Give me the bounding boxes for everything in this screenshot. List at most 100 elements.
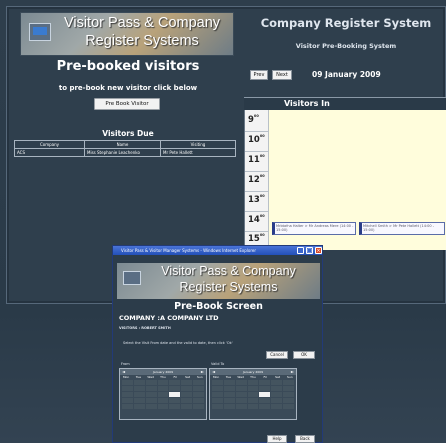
- visit-block[interactable]: Mitchell Smith > Mr Pete Hallett (14:00 …: [359, 222, 445, 235]
- calendar-day-cell[interactable]: [157, 404, 169, 409]
- calendar-day-cell[interactable]: [181, 398, 193, 403]
- calendar-day-cell[interactable]: [235, 398, 247, 403]
- prev-month-icon[interactable]: ◄: [122, 369, 125, 375]
- calendar-day-cell[interactable]: [283, 398, 294, 403]
- calendar-day-cell[interactable]: [235, 380, 247, 385]
- calendar-day-cell[interactable]: [122, 386, 133, 391]
- calendar-day-cell[interactable]: [145, 398, 157, 403]
- calendar-day-cell[interactable]: [122, 398, 133, 403]
- calendar-day-cell[interactable]: [157, 392, 169, 397]
- calendar-day-cell[interactable]: [122, 380, 133, 385]
- prebook-visitor-button[interactable]: Pre Book Visitor: [94, 98, 160, 110]
- calendar-day-cell[interactable]: [169, 404, 181, 409]
- calendar-grid[interactable]: [210, 379, 296, 410]
- prebook-popup-window: Visitor Pass & Visitor Manager Systems -…: [112, 245, 323, 443]
- calendar-day-cell[interactable]: [133, 392, 145, 397]
- calendar-day-cell[interactable]: [181, 392, 193, 397]
- calendar-day-cell[interactable]: [122, 392, 133, 397]
- calendar-day-cell[interactable]: [235, 386, 247, 391]
- calendar-day-cell[interactable]: [193, 380, 204, 385]
- minimize-icon[interactable]: _: [297, 247, 304, 254]
- banner-line-1: Visitor Pass & Company: [161, 264, 296, 278]
- date-instruction: Select the Visit From date and the valid…: [123, 341, 233, 345]
- calendar-day-cell[interactable]: [169, 398, 181, 403]
- valid-to-calendar[interactable]: ◄ January 2009 ► Mon Tue Wed Thu Fri Sat Sun: [209, 368, 297, 420]
- next-month-icon[interactable]: ►: [291, 369, 294, 375]
- calendar-day-cell[interactable]: [259, 386, 271, 391]
- calendar-day-cell[interactable]: [145, 380, 157, 385]
- visitors-due-table: Company Name Visiting ACS Miss Stephanie…: [14, 140, 236, 157]
- calendar-day-cell[interactable]: [193, 392, 204, 397]
- calendar-day-cell[interactable]: [247, 392, 259, 397]
- calendar-day-cell[interactable]: [223, 380, 235, 385]
- calendar-day-cell[interactable]: [259, 380, 271, 385]
- banner-line-2: Register Systems: [179, 280, 278, 294]
- prev-month-icon[interactable]: ◄: [212, 369, 215, 375]
- calendar-day-cell[interactable]: [157, 386, 169, 391]
- from-calendar[interactable]: ◄ January 2009 ► Mon Tue Wed Thu Fri Sat Sun: [119, 368, 207, 420]
- calendar-day-cell[interactable]: [193, 386, 204, 391]
- calendar-day-cell[interactable]: [283, 392, 294, 397]
- calendar-day-cell[interactable]: [259, 398, 271, 403]
- close-icon[interactable]: ×: [315, 247, 322, 254]
- calendar-day-cell[interactable]: [271, 392, 283, 397]
- calendar-day-cell[interactable]: [133, 404, 145, 409]
- calendar-day-cell[interactable]: [193, 398, 204, 403]
- visit-block[interactable]: Mrbtafna Halter > Mr Andreas Mere (14:00…: [272, 222, 356, 235]
- calendar-day-cell[interactable]: [271, 386, 283, 391]
- calendar-day-cell[interactable]: [181, 380, 193, 385]
- calendar-day-cell[interactable]: [271, 398, 283, 403]
- ok-button[interactable]: OK: [293, 351, 315, 359]
- calendar-day-cell[interactable]: [169, 386, 181, 391]
- calendar-day-cell[interactable]: [145, 392, 157, 397]
- calendar-day-cell[interactable]: [181, 386, 193, 391]
- next-button[interactable]: Next: [272, 70, 292, 80]
- calendar-day-cell[interactable]: [145, 386, 157, 391]
- calendar-day-cell[interactable]: [247, 386, 259, 391]
- calendar-day-cell[interactable]: [133, 380, 145, 385]
- column-header: Name: [84, 140, 161, 149]
- calendar-day-cell[interactable]: [212, 380, 223, 385]
- calendar-day-cell[interactable]: [157, 380, 169, 385]
- calendar-day-cell[interactable]: [169, 392, 181, 397]
- calendar-day-cell[interactable]: [283, 380, 294, 385]
- calendar-day-cell[interactable]: [247, 380, 259, 385]
- calendar-day-cell[interactable]: [212, 392, 223, 397]
- calendar-day-cell[interactable]: [235, 404, 247, 409]
- prev-button[interactable]: Prev: [250, 70, 268, 80]
- calendar-day-cell[interactable]: [181, 404, 193, 409]
- calendar-day-cell[interactable]: [271, 404, 283, 409]
- back-button[interactable]: Back: [295, 435, 315, 443]
- calendar-day-cell[interactable]: [271, 380, 283, 385]
- calendar-day-cell[interactable]: [223, 398, 235, 403]
- calendar-day-cell[interactable]: [169, 380, 181, 385]
- calendar-day-cell[interactable]: [212, 404, 223, 409]
- hour-column: 900 1000 1100 1200 1300 1400 1500: [245, 110, 269, 250]
- calendar-day-cell[interactable]: [259, 404, 271, 409]
- cancel-button[interactable]: Cancel: [266, 351, 288, 359]
- calendar-day-cell[interactable]: [235, 392, 247, 397]
- calendar-day-cell[interactable]: [247, 398, 259, 403]
- calendar-day-cell[interactable]: [133, 398, 145, 403]
- calendar-day-cell[interactable]: [133, 386, 145, 391]
- calendar-day-cell[interactable]: [157, 398, 169, 403]
- calendar-day-cell[interactable]: [247, 404, 259, 409]
- table-row[interactable]: ACS Miss Stephanie Leachenko Mr Pete Hal…: [14, 148, 236, 157]
- calendar-day-cell[interactable]: [122, 404, 133, 409]
- calendar-day-cell[interactable]: [212, 398, 223, 403]
- calendar-day-cell[interactable]: [223, 386, 235, 391]
- calendar-day-cell[interactable]: [223, 404, 235, 409]
- calendar-day-cell[interactable]: [212, 386, 223, 391]
- help-button[interactable]: Help: [267, 435, 287, 443]
- calendar-day-cell[interactable]: [259, 392, 271, 397]
- calendar-day-cell[interactable]: [223, 392, 235, 397]
- calendar-day-cell[interactable]: [193, 404, 204, 409]
- maximize-icon[interactable]: □: [306, 247, 313, 254]
- next-month-icon[interactable]: ►: [201, 369, 204, 375]
- calendar-grid[interactable]: [120, 379, 206, 410]
- cell-visiting: Mr Pete Hallett: [160, 148, 236, 157]
- calendar-day-cell[interactable]: [283, 386, 294, 391]
- calendar-day-cell[interactable]: [145, 404, 157, 409]
- calendar-day-cell[interactable]: [283, 404, 294, 409]
- hour-label: 1200: [248, 174, 265, 185]
